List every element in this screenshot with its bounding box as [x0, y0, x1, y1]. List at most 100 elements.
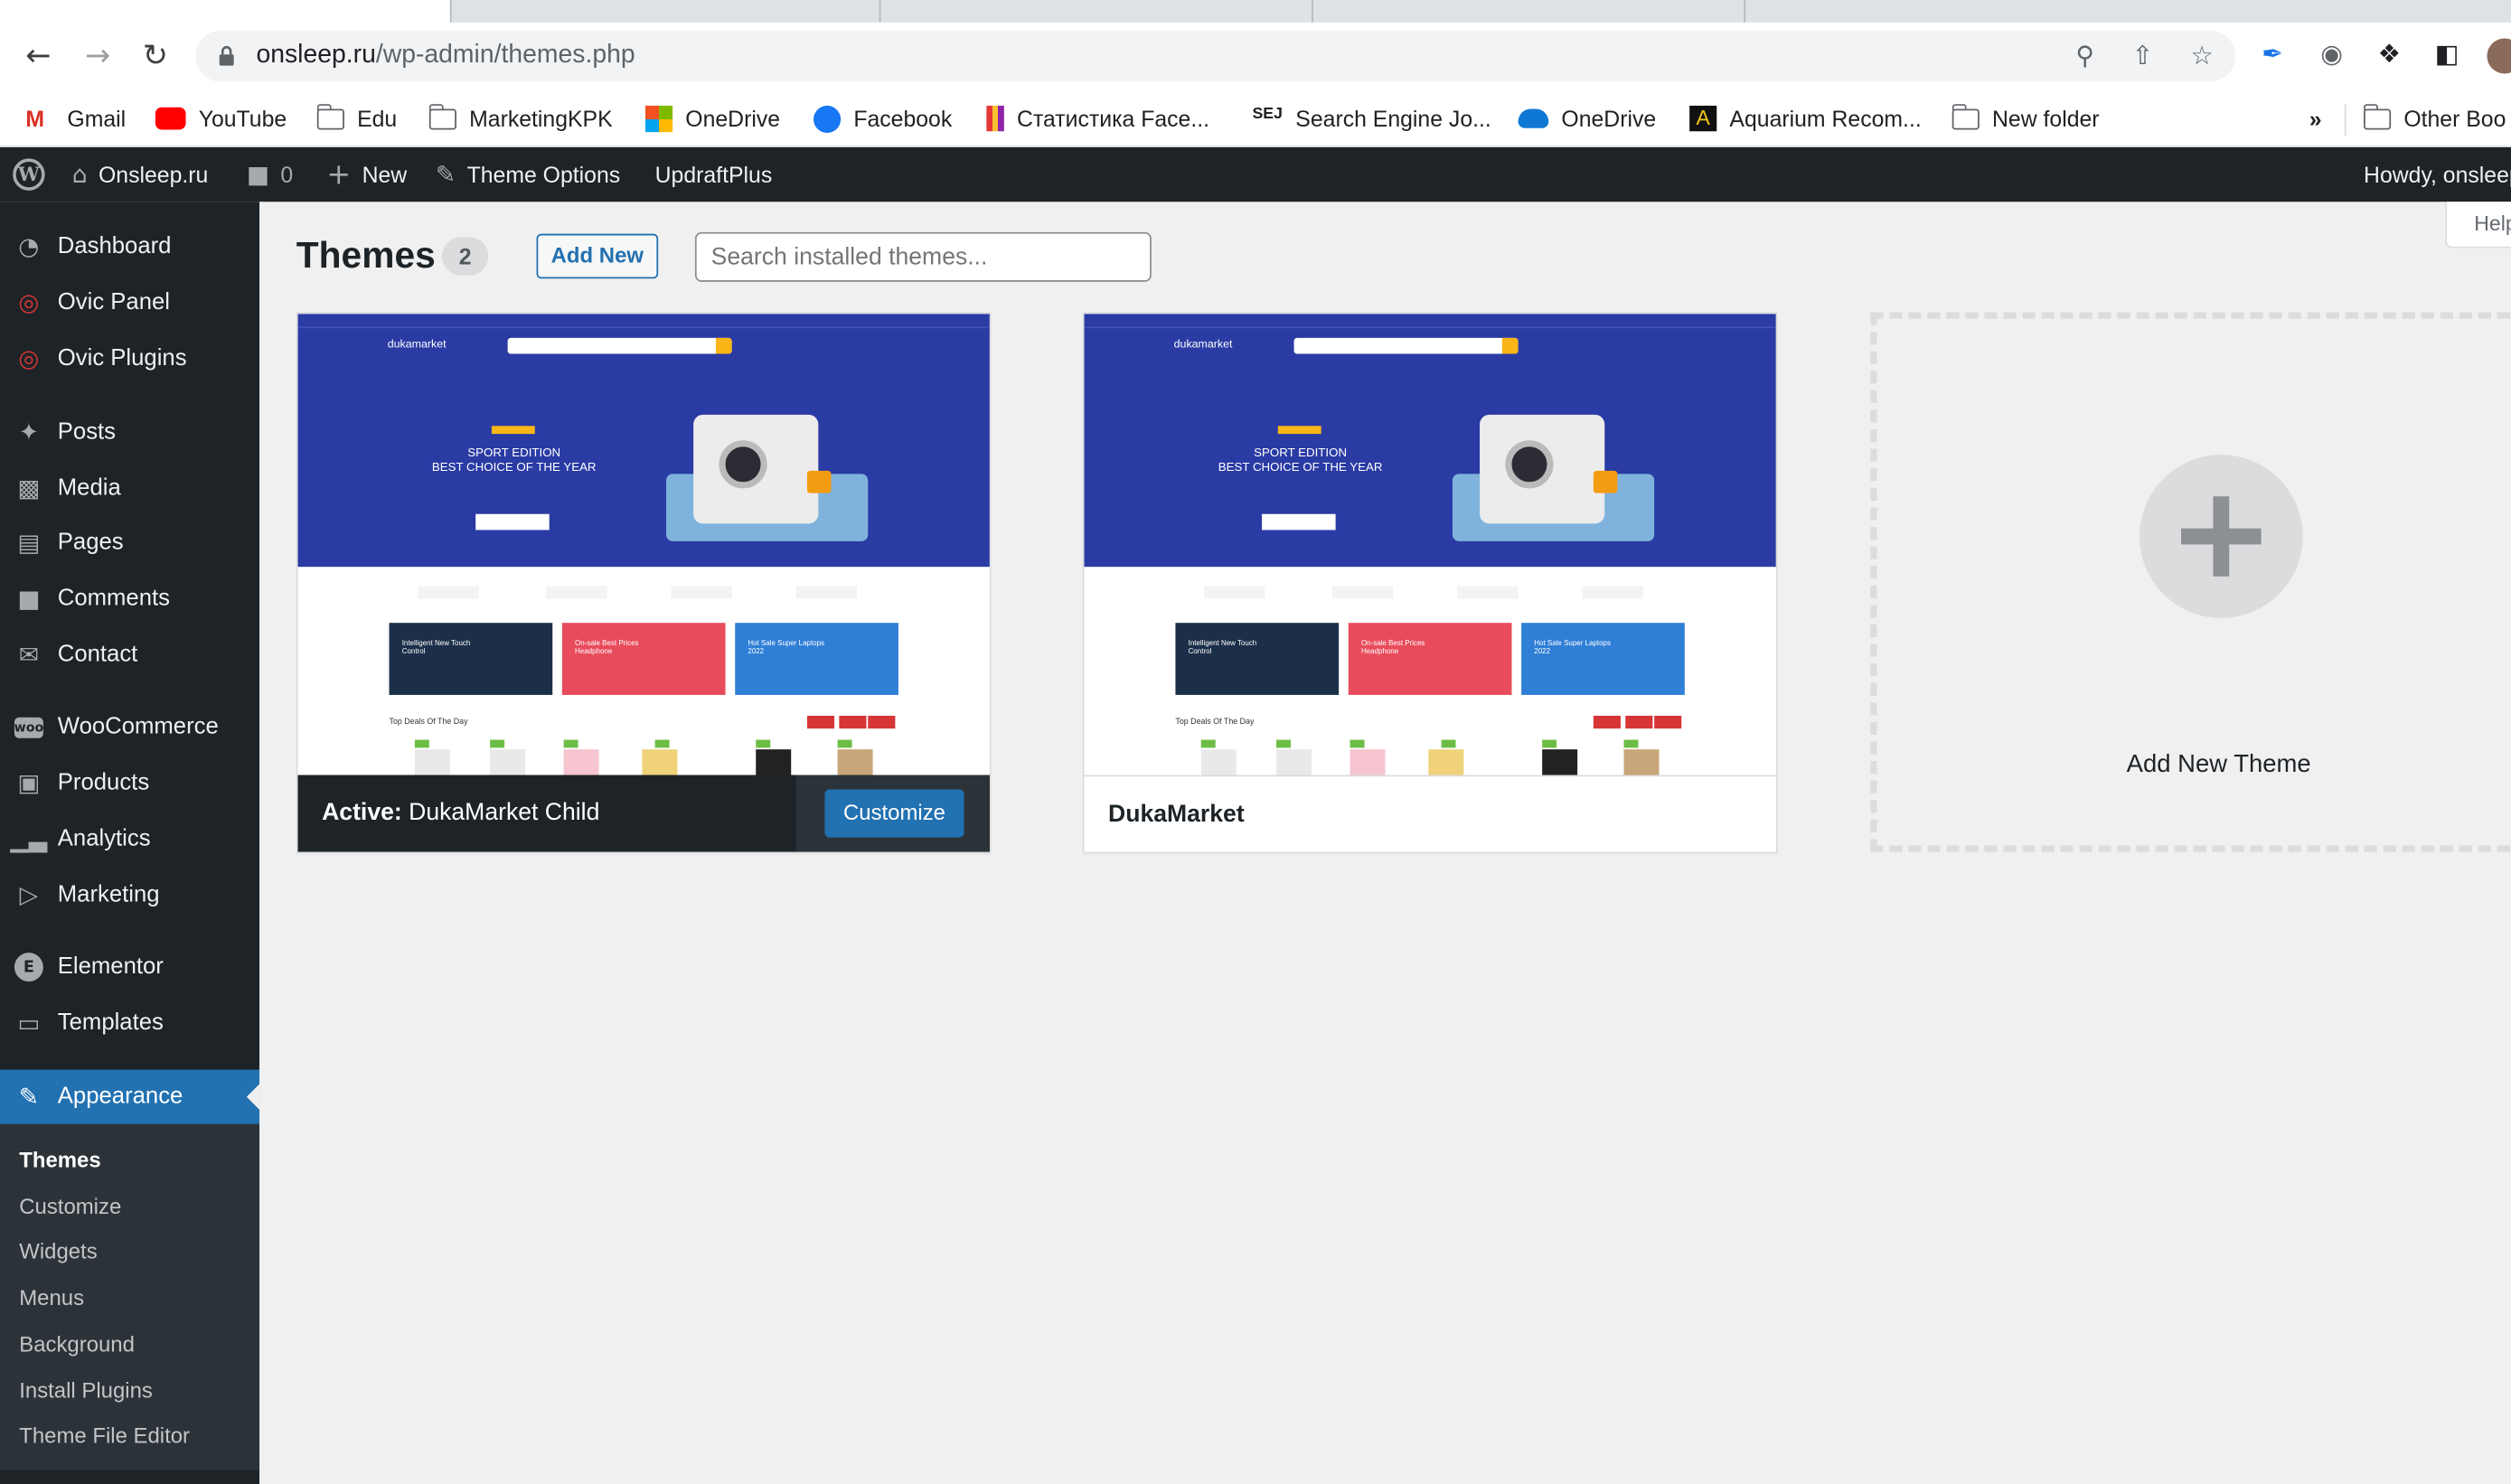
bookmark-onedrive[interactable]: OneDrive — [644, 102, 781, 134]
theme-screenshot[interactable]: dukamarket SPORT EDITION BEST CHOICE OF T… — [1084, 314, 1776, 775]
browser-tab[interactable] — [1313, 0, 1746, 23]
promo-tile: On-sale Best Prices Headphone — [1348, 623, 1512, 695]
menu-ovic-panel[interactable]: ◎ Ovic Panel — [0, 276, 259, 330]
megaphone-icon: ▷ — [19, 880, 39, 910]
bookmark-youtube[interactable]: YouTube — [155, 102, 287, 134]
theme-card-active[interactable]: dukamarket SPORT EDITION BEST CHOICE OF T… — [296, 312, 992, 854]
forward-icon[interactable]: → — [80, 39, 116, 74]
browser-tab[interactable] — [452, 0, 881, 23]
submenu-themes[interactable]: Themes — [19, 1148, 100, 1172]
menu-posts[interactable]: ✦ Posts — [0, 405, 259, 459]
wordpress-logo-icon[interactable]: W — [13, 147, 45, 202]
browser-tab[interactable] — [880, 0, 1313, 23]
envelope-icon: ✉ — [18, 640, 40, 670]
menu-comments[interactable]: ■ Comments — [0, 571, 259, 625]
promo-text: Hot Sale Super Laptops 2022 — [1534, 638, 1611, 655]
reload-icon[interactable]: ↻ — [137, 39, 173, 74]
screenshot-search-button — [1501, 337, 1519, 354]
bar-chart-icon: ▁▃ — [10, 824, 48, 854]
theme-actions: Customize — [795, 775, 990, 852]
menu-appearance[interactable]: ✎ Appearance — [0, 1069, 260, 1124]
back-icon[interactable]: ← — [21, 39, 56, 74]
submenu-widgets[interactable]: Widgets — [19, 1239, 97, 1263]
search-themes-input[interactable] — [694, 231, 1152, 282]
product-thumb — [1428, 749, 1464, 775]
add-new-theme-tile[interactable]: Add New Theme — [1870, 312, 2511, 852]
menu-media[interactable]: ▩ Media — [0, 461, 259, 515]
sej-icon: SEJ — [1252, 105, 1283, 124]
product-thumb — [837, 749, 873, 775]
deal-timer — [1625, 715, 1653, 729]
bookmark-onedrive-2[interactable]: OneDrive — [1518, 102, 1657, 134]
bookmark-gmail[interactable]: M Gmail — [25, 102, 126, 134]
aquarium-icon: A — [1689, 105, 1717, 132]
menu-analytics[interactable]: ▁▃ Analytics — [0, 812, 259, 866]
menu-label: Products — [57, 770, 150, 796]
menu-woocommerce[interactable]: woo WooCommerce — [0, 700, 259, 754]
theme-options-link[interactable]: ✎ Theme Options — [436, 147, 620, 202]
submenu-install-plugins[interactable]: Install Plugins — [19, 1378, 153, 1403]
howdy-user-link[interactable]: Howdy, onsleep — [2364, 147, 2511, 202]
help-tab-button[interactable]: Help — [2445, 202, 2511, 249]
profile-avatar[interactable] — [2487, 38, 2511, 74]
customize-button[interactable]: Customize — [824, 789, 964, 838]
menu-pages[interactable]: ▤ Pages — [0, 515, 259, 569]
menu-label: Analytics — [57, 826, 151, 852]
site-name-link[interactable]: ⌂ Onsleep.ru — [72, 147, 209, 202]
product-thumb — [642, 749, 678, 775]
side-panel-icon[interactable]: ◧ — [2431, 39, 2462, 70]
bookmark-new-folder[interactable]: New folder — [1951, 102, 2100, 134]
bookmark-edu[interactable]: Edu — [315, 102, 398, 134]
bookmark-other[interactable]: Other Boo — [2363, 102, 2506, 134]
zoom-icon[interactable]: ⚲ — [2069, 40, 2101, 71]
feature-item — [795, 586, 857, 599]
submenu-theme-file-editor[interactable]: Theme File Editor — [19, 1423, 190, 1448]
bookmark-star-icon[interactable]: ☆ — [2186, 40, 2217, 71]
add-new-button[interactable]: Add New — [536, 233, 659, 279]
bookmark-statistika[interactable]: Статистика Face... — [986, 102, 1209, 134]
theme-card[interactable]: dukamarket SPORT EDITION BEST CHOICE OF T… — [1082, 312, 1778, 854]
submenu-background[interactable]: Background — [19, 1332, 135, 1357]
menu-marketing[interactable]: ▷ Marketing — [0, 868, 259, 922]
chart-icon — [986, 105, 1004, 132]
updraftplus-link[interactable]: UpdraftPlus — [655, 147, 773, 202]
camera-accent — [806, 470, 832, 493]
menu-templates[interactable]: ▭ Templates — [0, 996, 259, 1050]
share-icon[interactable]: ⇧ — [2127, 40, 2158, 71]
promo-text: On-sale Best Prices Headphone — [1360, 638, 1425, 655]
screenshot-search-button — [715, 337, 732, 354]
menu-label: Media — [57, 475, 121, 502]
plus-icon: + — [326, 157, 352, 192]
deal-timer — [806, 715, 835, 729]
camera-body — [693, 414, 819, 524]
comments-link[interactable]: ■ 0 — [247, 147, 293, 202]
promo-tile: On-sale Best Prices Headphone — [561, 623, 726, 695]
address-bar[interactable]: onsleep.ru/wp-admin/themes.php ⚲ ⇧ ☆ — [195, 30, 2236, 82]
menu-contact[interactable]: ✉ Contact — [0, 628, 259, 682]
bookmark-marketingkpk[interactable]: MarketingKPK — [428, 102, 613, 134]
product-thumb — [1350, 749, 1386, 775]
bookmark-label: Aquarium Recom... — [1729, 105, 1922, 132]
extension-icon[interactable]: ◉ — [2316, 39, 2347, 70]
bookmark-label: OneDrive — [685, 105, 781, 132]
menu-dashboard[interactable]: ◔ Dashboard — [0, 220, 259, 274]
bookmark-sej[interactable]: SEJ Search Engine Jo... — [1252, 102, 1491, 134]
bookmark-label: OneDrive — [1561, 105, 1657, 132]
menu-elementor[interactable]: E Elementor — [0, 940, 259, 994]
submenu-menus[interactable]: Menus — [19, 1286, 84, 1310]
menu-ovic-plugins[interactable]: ◎ Ovic Plugins — [0, 332, 259, 386]
folder-icon — [1951, 103, 1980, 129]
submenu-customize[interactable]: Customize — [19, 1195, 121, 1219]
bookmarks-overflow-button[interactable]: » — [2309, 102, 2322, 134]
extension-pen-icon[interactable]: ✒ — [2256, 39, 2288, 70]
theme-screenshot[interactable]: dukamarket SPORT EDITION BEST CHOICE OF T… — [297, 314, 990, 775]
extensions-puzzle-icon[interactable]: ❖ — [2374, 39, 2405, 70]
bookmark-facebook[interactable]: Facebook — [813, 102, 952, 134]
ovic-icon: ◎ — [18, 343, 40, 373]
bookmark-label: Edu — [357, 105, 398, 132]
new-content-link[interactable]: + New — [326, 147, 407, 202]
feature-item — [671, 586, 732, 599]
menu-products[interactable]: ▣ Products — [0, 756, 259, 810]
bookmark-aquarium[interactable]: A Aquarium Recom... — [1689, 102, 1922, 134]
browser-tab-active[interactable] — [0, 0, 452, 23]
